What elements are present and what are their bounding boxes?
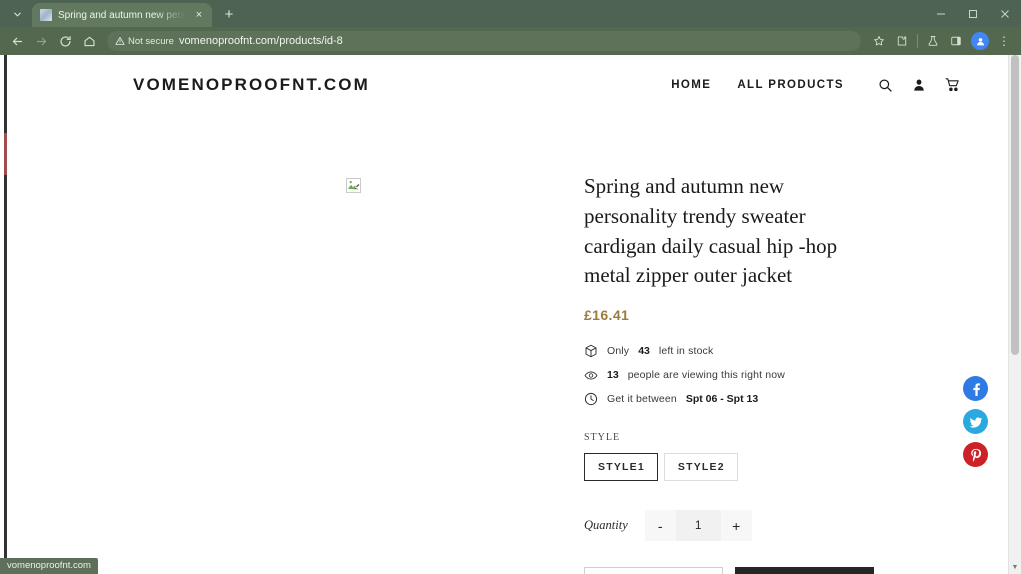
cart-icon[interactable]	[945, 77, 961, 93]
site-favicon	[40, 9, 52, 21]
twitter-share-button[interactable]	[963, 409, 988, 434]
clock-icon	[584, 392, 598, 406]
box-icon	[584, 344, 598, 358]
browser-window: Spring and autumn new perso × + Not secu…	[0, 0, 1021, 574]
close-icon[interactable]: ×	[192, 8, 206, 22]
product-section: 1 / 5 Spring and autumn new personality …	[9, 109, 1008, 574]
toolbar-divider	[917, 34, 918, 48]
delivery-prefix: Get it between	[607, 393, 677, 406]
quantity-stepper: - 1 +	[644, 510, 752, 542]
product-gallery: 1 / 5	[9, 109, 584, 574]
product-price: £16.41	[584, 307, 630, 324]
quantity-value[interactable]: 1	[675, 510, 721, 542]
bookmark-star-icon[interactable]	[868, 30, 890, 52]
reload-icon[interactable]	[54, 30, 76, 52]
quantity-section: Quantity - 1 +	[584, 510, 968, 542]
browser-menu-icon[interactable]: ⋮	[993, 30, 1015, 52]
security-label: Not secure	[128, 35, 174, 47]
facebook-share-button[interactable]	[963, 376, 988, 401]
product-actions: ADD TO CART BUY NOW	[584, 567, 968, 574]
window-controls	[925, 0, 1021, 27]
labs-flask-icon[interactable]	[922, 30, 944, 52]
address-bar[interactable]: Not secure vomenoproofnt.com/products/id…	[107, 31, 861, 51]
forward-icon[interactable]	[30, 30, 52, 52]
quantity-increment-button[interactable]: +	[720, 510, 752, 542]
scroll-down-icon[interactable]: ▼	[1009, 561, 1021, 574]
status-bar: vomenoproofnt.com	[0, 558, 98, 574]
stock-info-row: Only 43 left in stock	[584, 344, 968, 358]
viewer-count: 13	[607, 369, 619, 382]
option-style1[interactable]: STYLE1	[584, 453, 658, 482]
stock-prefix: Only	[607, 345, 630, 358]
social-share-rail	[963, 376, 988, 467]
profile-avatar[interactable]	[971, 32, 989, 50]
header-icon-group	[878, 77, 961, 93]
tab-strip: Spring and autumn new perso × +	[0, 0, 1021, 27]
pinterest-share-button[interactable]	[963, 442, 988, 467]
stock-suffix: left in stock	[658, 345, 714, 358]
product-info-list: Only 43 left in stock 13 people are view…	[584, 344, 968, 406]
main-navigation: HOME ALL PRODUCTS	[671, 77, 978, 93]
scrollbar-thumb[interactable]	[1011, 55, 1019, 355]
home-icon[interactable]	[78, 30, 100, 52]
left-edge-strip	[4, 55, 7, 574]
url-text: vomenoproofnt.com/products/id-8	[178, 35, 343, 47]
browser-tab[interactable]: Spring and autumn new perso ×	[32, 3, 212, 27]
browser-toolbar: Not secure vomenoproofnt.com/products/id…	[0, 27, 1021, 55]
product-details: Spring and autumn new personality trendy…	[584, 109, 1008, 574]
left-edge-rail	[0, 55, 9, 574]
option-style2[interactable]: STYLE2	[663, 453, 738, 482]
viewers-suffix: people are viewing this right now	[627, 369, 785, 382]
delivery-info-row: Get it between Spt 06 - Spt 13	[584, 392, 968, 406]
back-icon[interactable]	[6, 30, 28, 52]
stock-count: 43	[638, 345, 650, 358]
page-scrollbar[interactable]: ▲ ▼	[1008, 55, 1021, 574]
toolbar-right-actions: ⋮	[868, 30, 1015, 52]
tab-title: Spring and autumn new perso	[58, 9, 186, 21]
maximize-button[interactable]	[957, 0, 989, 27]
minimize-button[interactable]	[925, 0, 957, 27]
left-edge-accent	[4, 133, 7, 175]
new-tab-button[interactable]: +	[218, 3, 240, 25]
option-group-style: STYLE1 STYLE2	[584, 453, 968, 482]
delivery-dates: Spt 06 - Spt 13	[685, 393, 759, 406]
side-panel-icon[interactable]	[945, 30, 967, 52]
site-header: VOMENOPROOFNT.COM HOME ALL PRODUCTS	[9, 55, 1008, 109]
quantity-label: Quantity	[584, 518, 628, 533]
nav-link-home[interactable]: HOME	[671, 79, 711, 91]
page-viewport: VOMENOPROOFNT.COM HOME ALL PRODUCTS Spri…	[0, 55, 1021, 574]
broken-image-icon	[346, 178, 361, 193]
viewers-info-row: 13 people are viewing this right now	[584, 368, 968, 382]
store-page: VOMENOPROOFNT.COM HOME ALL PRODUCTS Spri…	[9, 55, 1008, 574]
extensions-icon[interactable]	[891, 30, 913, 52]
tab-search-button[interactable]	[4, 3, 30, 25]
nav-link-all-products[interactable]: ALL PRODUCTS	[737, 79, 844, 91]
security-indicator[interactable]: Not secure	[115, 36, 174, 47]
search-icon[interactable]	[878, 78, 893, 93]
eye-icon	[584, 368, 598, 382]
option-group-label: STYLE	[584, 432, 621, 444]
add-to-cart-button[interactable]: ADD TO CART	[584, 567, 723, 574]
quantity-decrement-button[interactable]: -	[644, 510, 676, 542]
buy-now-button[interactable]: BUY NOW	[735, 567, 874, 574]
account-icon[interactable]	[912, 78, 926, 92]
close-window-button[interactable]	[989, 0, 1021, 27]
site-logo[interactable]: VOMENOPROOFNT.COM	[133, 75, 370, 95]
product-title: Spring and autumn new personality trendy…	[584, 174, 838, 288]
